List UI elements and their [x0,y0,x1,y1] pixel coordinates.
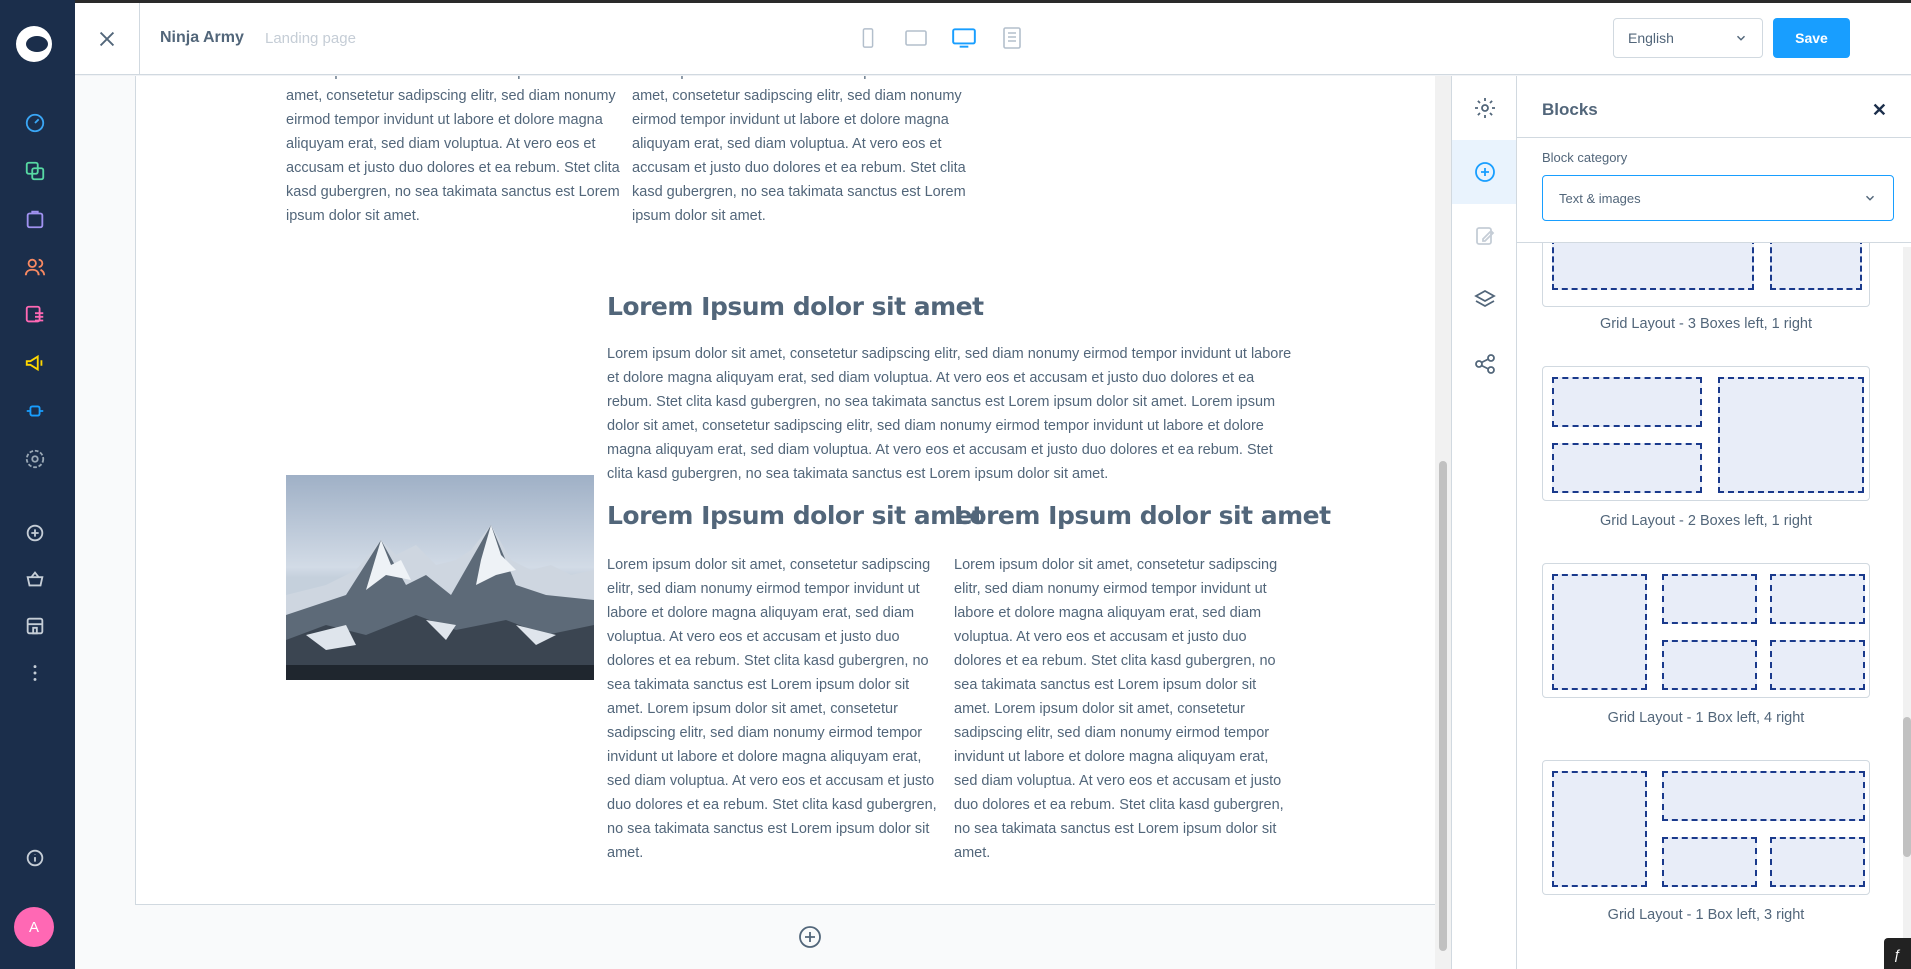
add-blocks-tool-button[interactable] [1452,140,1517,204]
edit-icon [1475,227,1494,245]
block-caption: Grid Layout - 2 Boxes left, 1 right [1600,513,1812,529]
mobile-view-icon[interactable] [855,25,881,51]
block-list: Grid Layout - 3 Boxes left, 1 right Grid… [1517,243,1911,959]
page-title: Ninja Army [160,29,244,46]
share-tool-button[interactable] [1452,332,1517,396]
heading-col-1[interactable]: Lorem Ipsum dolor sit amet [607,501,984,530]
text-block-top-left[interactable]: Lorem ipsum dolor sit amet. Lorem ipsum … [286,76,622,250]
block-grid-3-left-1-right[interactable] [1542,243,1870,307]
block-category-label: Block category [1542,150,1628,165]
language-value: English [1628,30,1674,46]
heading-main[interactable]: Lorem Ipsum dolor sit amet [607,292,984,321]
settings-tool-button[interactable] [1452,76,1517,140]
panel-header: Blocks ✕ [1517,76,1911,138]
desktop-view-icon[interactable] [951,25,977,51]
layers-tool-button[interactable] [1452,268,1517,332]
orders-icon[interactable] [22,206,48,232]
text-block-col-1[interactable]: Lorem ipsum dolor sit amet, consetetur s… [607,553,943,865]
canvas-scroll-thumb[interactable] [1439,461,1447,951]
shopware-logo[interactable] [16,26,52,62]
avatar[interactable]: A [14,907,54,947]
block-grid-2-left-1-right[interactable] [1542,366,1870,501]
gear-icon [1474,98,1495,118]
chevron-down-icon [1865,195,1875,201]
language-select[interactable]: English [1613,18,1763,58]
content-icon[interactable] [22,302,48,328]
close-editor-button[interactable] [75,3,140,75]
editor-canvas-area: Lorem ipsum dolor sit amet. Lorem ipsum … [75,76,1451,969]
tablet-view-icon[interactable] [903,25,929,51]
settings-icon[interactable] [22,446,48,472]
dashboard-icon[interactable] [22,110,48,136]
add-section-icon[interactable] [798,925,822,949]
sidebar-tools [1451,76,1517,969]
panel-scroll-thumb[interactable] [1903,717,1911,857]
close-icon [99,31,115,47]
block-grid-1-left-3-right[interactable] [1542,760,1870,895]
add-icon[interactable] [22,520,48,546]
admin-sidebar: A [0,0,75,969]
block-category-value: Text & images [1559,190,1641,206]
chevron-down-icon [1736,35,1746,41]
store-icon[interactable] [22,613,48,639]
edit-tool-button[interactable] [1452,204,1517,268]
panel-title: Blocks [1542,100,1598,119]
catalogue-icon[interactable] [22,158,48,184]
block-grid-1-left-4-right[interactable] [1542,563,1870,698]
customers-icon[interactable] [22,254,48,280]
block-category-select[interactable]: Text & images [1542,175,1894,221]
viewport-switcher [855,25,1025,51]
block-caption: Grid Layout - 1 Box left, 3 right [1607,907,1805,923]
more-icon[interactable] [22,660,48,686]
block-caption: Grid Layout - 3 Boxes left, 1 right [1600,316,1812,332]
heading-col-2[interactable]: Lorem Ipsum dolor sit amet [954,501,1331,530]
help-icon[interactable] [22,845,48,871]
page-type-label: Landing page [265,30,356,47]
mountain-illustration [286,525,594,680]
panel-close-icon[interactable]: ✕ [1872,100,1887,121]
layers-icon [1473,289,1496,308]
text-block-col-2[interactable]: Lorem ipsum dolor sit amet, consetetur s… [954,553,1290,865]
editor-topbar: Ninja Army Landing page English Save [75,3,1911,75]
extensions-icon[interactable] [22,398,48,424]
basket-icon[interactable] [22,566,48,592]
form-view-icon[interactable] [999,25,1025,51]
text-block-top-right[interactable]: Lorem ipsum dolor sit amet. Lorem ipsum … [632,76,968,250]
save-button[interactable]: Save [1773,18,1850,58]
block-caption: Grid Layout - 1 Box left, 4 right [1607,710,1805,726]
marketing-icon[interactable] [22,350,48,376]
canvas-footer [135,904,1435,969]
blocks-panel: Blocks ✕ Block category Text & images Gr… [1516,76,1911,969]
panel-scrollbar[interactable] [1903,247,1911,969]
share-icon [1474,354,1495,374]
mountain-image[interactable] [286,475,594,680]
page-canvas: Lorem ipsum dolor sit amet. Lorem ipsum … [135,76,1435,904]
text-block-main[interactable]: Lorem ipsum dolor sit amet, consetetur s… [607,342,1292,486]
plus-circle-icon [1474,162,1495,182]
symfony-toolbar-icon[interactable]: ƒ [1884,938,1911,969]
